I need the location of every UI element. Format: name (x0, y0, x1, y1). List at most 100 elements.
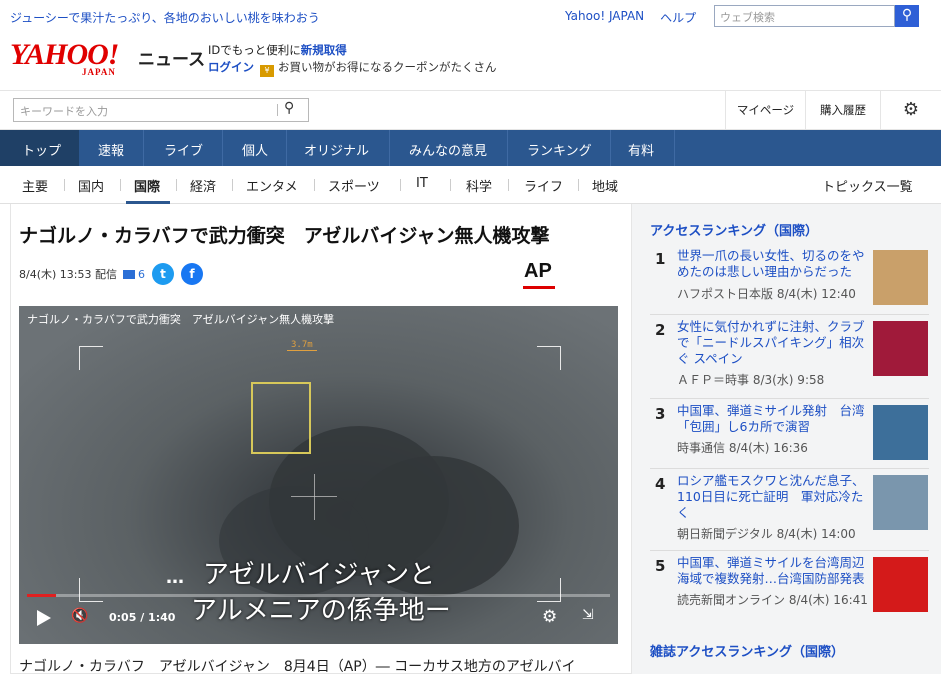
sidebar: アクセスランキング（国際） 1 世界一爪の長い女性、切るのをやめたのは悲しい理由… (632, 204, 941, 674)
ranking-thumbnail[interactable] (873, 250, 928, 305)
coupon-link[interactable]: お買い物がお得になるクーポンがたくさん (278, 60, 497, 74)
source-logo[interactable]: AP (524, 260, 552, 283)
ranking-title[interactable]: 世界一爪の長い女性、切るのをやめたのは悲しい理由からだった (677, 248, 870, 280)
subnav-sep (508, 179, 509, 191)
search-icon[interactable]: ⚲ (895, 5, 919, 27)
nav-divider (610, 130, 611, 166)
yahoo-logo[interactable]: YAHOO! JAPAN (10, 40, 134, 78)
video-player[interactable]: ナゴルノ・カラバフで武力衝突 アゼルバイジャン無人機攻撃 3.7m … アゼルバ… (19, 306, 618, 644)
subnav-economy[interactable]: 経済 (190, 176, 216, 195)
comment-icon[interactable] (122, 269, 135, 279)
login-link[interactable]: ログイン (208, 60, 254, 74)
ranking-source: 時事通信 8/4(木) 16:36 (677, 441, 808, 455)
top-bar: ジューシーで果汁たっぷり、各地のおいしい桃を味わおう Yahoo! JAPAN … (0, 0, 941, 33)
ranking-item[interactable]: 3 中国軍、弾道ミサイル発射 台湾「包囲」し6カ所で演習 時事通信 8/4(木)… (650, 398, 929, 464)
crosshair (314, 474, 315, 520)
nav-original[interactable]: オリジナル (304, 140, 369, 159)
promo-link[interactable]: ジューシーで果汁たっぷり、各地のおいしい桃を味わおう (10, 9, 320, 26)
nav-top[interactable]: トップ (22, 140, 61, 159)
nav-breaking[interactable]: 速報 (98, 140, 124, 159)
magazine-ranking-heading[interactable]: 雑誌アクセスランキング（国際） (650, 641, 844, 660)
ranking-title[interactable]: 女性に気付かれずに注射、クラブで「ニードルスパイキング」相次ぐ スペイン (677, 319, 870, 367)
facebook-share-icon[interactable]: f (180, 263, 203, 285)
ranking-thumbnail[interactable] (873, 557, 928, 612)
subnav-sports[interactable]: スポーツ (328, 176, 380, 195)
topics-list-link[interactable]: トピックス一覧 (822, 176, 913, 195)
viewfinder-corner (537, 578, 561, 602)
subnav-sep (400, 179, 401, 191)
article-date: 8/4(木) 13:53 配信 (19, 268, 117, 281)
logo-sub: JAPAN (82, 67, 116, 77)
caption-dots: … (166, 567, 184, 588)
keyword-bar: キーワードを入力 ⚲ マイページ 購入履歴 ⚙ (0, 90, 941, 130)
ranking-heading[interactable]: アクセスランキング（国際） (650, 220, 818, 239)
nav-divider (507, 130, 508, 166)
login-line: ログイン ¥ お買い物がお得になるクーポンがたくさん (208, 59, 497, 77)
video-progress-bar[interactable] (27, 594, 610, 597)
subnav-entertainment[interactable]: エンタメ (246, 176, 298, 195)
purchase-history-link[interactable]: 購入履歴 (805, 91, 880, 129)
ranking-item[interactable]: 4 ロシア艦モスクワと沈んだ息子、110日目に死亡証明 軍対応冷たく 朝日新聞デ… (650, 468, 929, 548)
video-time: 0:05 / 1:40 (109, 611, 176, 624)
nav-divider (286, 130, 287, 166)
subnav-life[interactable]: ライフ (524, 176, 563, 195)
video-progress-fill (27, 594, 57, 597)
subnav-science[interactable]: 科学 (466, 176, 492, 195)
mute-icon[interactable]: 🔇 (71, 608, 88, 624)
nav-live[interactable]: ライブ (164, 140, 203, 159)
comment-count[interactable]: 6 (138, 268, 145, 281)
main-nav: トップ 速報 ライブ 個人 オリジナル みんなの意見 ランキング 有料 (0, 130, 941, 166)
mypage-link[interactable]: マイページ (725, 91, 805, 129)
video-controls: 🔇 0:05 / 1:40 ⚙ ⇲ (19, 604, 618, 644)
ranking-thumbnail[interactable] (873, 475, 928, 530)
top-links: Yahoo! JAPAN ヘルプ (565, 9, 696, 26)
nav-divider (674, 130, 675, 166)
subnav-it[interactable]: IT (416, 176, 428, 191)
ranking-number: 5 (655, 557, 666, 575)
help-link[interactable]: ヘルプ (660, 9, 696, 26)
viewfinder-corner (79, 578, 103, 602)
nav-ranking[interactable]: ランキング (527, 140, 592, 159)
subnav-sep (232, 179, 233, 191)
play-icon[interactable] (37, 610, 51, 626)
web-search-input[interactable]: ウェブ検索 (714, 5, 895, 27)
subnav-region[interactable]: 地域 (592, 176, 618, 195)
ranking-title[interactable]: 中国軍、弾道ミサイル発射 台湾「包囲」し6カ所で演習 (677, 403, 870, 435)
subnav-international[interactable]: 国際 (134, 176, 160, 195)
range-readout: 3.7m (287, 340, 317, 351)
ranking-thumbnail[interactable] (873, 321, 928, 376)
gear-icon[interactable]: ⚙ (880, 91, 941, 129)
nav-divider (143, 130, 144, 166)
search-divider (277, 104, 278, 116)
video-title: ナゴルノ・カラバフで武力衝突 アゼルバイジャン無人機攻撃 (27, 313, 335, 326)
id-line: IDでもっと便利に新規取得 (208, 42, 347, 58)
yahoo-japan-link[interactable]: Yahoo! JAPAN (565, 9, 644, 26)
ranking-item[interactable]: 1 世界一爪の長い女性、切るのをやめたのは悲しい理由からだった ハフポスト日本版… (650, 244, 929, 312)
nav-opinions[interactable]: みんなの意見 (409, 140, 487, 159)
gear-icon[interactable]: ⚙ (542, 607, 557, 627)
section-label[interactable]: ニュース (138, 45, 205, 70)
search-icon[interactable]: ⚲ (284, 100, 294, 116)
source-logo-bar (523, 286, 555, 289)
twitter-share-icon[interactable]: t (151, 263, 174, 285)
nav-paid[interactable]: 有料 (628, 140, 654, 159)
ranking-thumbnail[interactable] (873, 405, 928, 460)
ranking-item[interactable]: 5 中国軍、弾道ミサイルを台湾周辺海域で複数発射…台湾国防部発表 読売新聞オンラ… (650, 550, 929, 616)
subnav-sep (176, 179, 177, 191)
ranking-source: 読売新聞オンライン 8/4(木) 16:41 (677, 593, 868, 607)
nav-personal[interactable]: 個人 (242, 140, 268, 159)
article: ナゴルノ・カラバフで武力衝突 アゼルバイジャン無人機攻撃 8/4(木) 13:5… (10, 204, 632, 675)
article-lede: ナゴルノ・カラバフ アゼルバイジャン 8月4日（AP）― コーカサス地方のアゼル… (19, 659, 576, 675)
ranking-title[interactable]: 中国軍、弾道ミサイルを台湾周辺海域で複数発射…台湾国防部発表 (677, 555, 870, 587)
subnav-main[interactable]: 主要 (22, 176, 48, 195)
logo-text: YAHOO! (10, 38, 119, 71)
subnav-sep (578, 179, 579, 191)
subnav-domestic[interactable]: 国内 (78, 176, 104, 195)
ranking-title[interactable]: ロシア艦モスクワと沈んだ息子、110日目に死亡証明 軍対応冷たく (677, 473, 870, 521)
fullscreen-icon[interactable]: ⇲ (582, 607, 594, 623)
subnav-sep (450, 179, 451, 191)
register-link[interactable]: 新規取得 (301, 43, 347, 57)
ranking-source: ＡＦＰ＝時事 8/3(水) 9:58 (677, 373, 825, 387)
ranking-item[interactable]: 2 女性に気付かれずに注射、クラブで「ニードルスパイキング」相次ぐ スペイン Ａ… (650, 314, 929, 396)
keyword-search-input[interactable]: キーワードを入力 (13, 98, 309, 122)
